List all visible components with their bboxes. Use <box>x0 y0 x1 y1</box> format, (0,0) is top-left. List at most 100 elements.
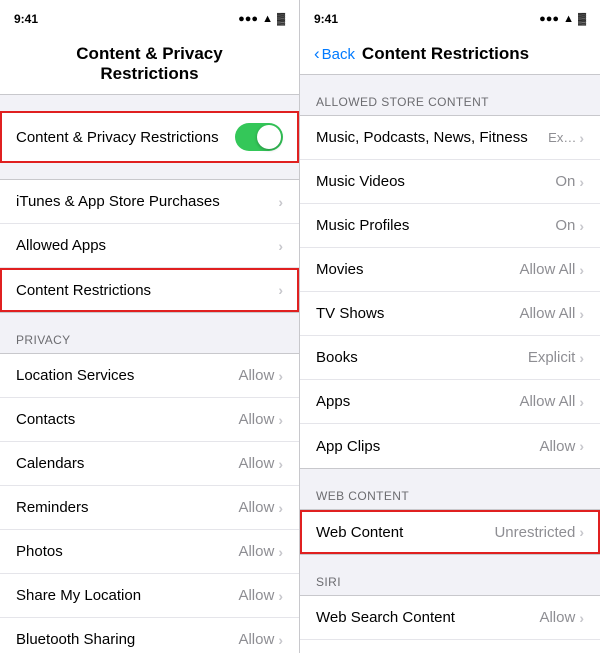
share-location-value: Allow <box>238 587 274 604</box>
toggle-card: Content & Privacy Restrictions <box>0 111 299 163</box>
reminders-chevron: › <box>278 500 283 516</box>
music-chevron: › <box>579 130 584 146</box>
explicit-lang-row[interactable]: Explicit Language Allow › <box>300 640 600 653</box>
reminders-row[interactable]: Reminders Allow › <box>0 486 299 530</box>
books-row[interactable]: Books Explicit › <box>300 336 600 380</box>
location-row[interactable]: Location Services Allow › <box>0 354 299 398</box>
right-panel: 9:41 ●●● ▲ ▓ ‹ Back Content Restrictions… <box>300 0 600 653</box>
music-profiles-row[interactable]: Music Profiles On › <box>300 204 600 248</box>
music-videos-row[interactable]: Music Videos On › <box>300 160 600 204</box>
music-videos-chevron: › <box>579 174 584 190</box>
movies-row[interactable]: Movies Allow All › <box>300 248 600 292</box>
status-bar-left: 9:41 ●●● ▲ ▓ <box>0 0 299 36</box>
nav-bar-left: Content & Privacy Restrictions <box>0 36 299 95</box>
apps-value: Allow All <box>519 393 575 410</box>
music-value: Ex… <box>548 130 576 145</box>
allowed-apps-row[interactable]: Allowed Apps › <box>0 224 299 268</box>
share-location-chevron: › <box>278 588 283 604</box>
photos-label: Photos <box>16 543 238 560</box>
photos-row[interactable]: Photos Allow › <box>0 530 299 574</box>
nav-bar-right: ‹ Back Content Restrictions <box>300 36 600 75</box>
toggle-thumb <box>257 125 281 149</box>
tv-shows-label: TV Shows <box>316 305 519 322</box>
calendars-chevron: › <box>278 456 283 472</box>
signal-icon: ●●● <box>238 13 258 25</box>
apps-label: Apps <box>316 393 519 410</box>
calendars-label: Calendars <box>16 455 238 472</box>
books-label: Books <box>316 349 528 366</box>
tv-shows-row[interactable]: TV Shows Allow All › <box>300 292 600 336</box>
books-value: Explicit <box>528 349 576 366</box>
music-videos-label: Music Videos <box>316 173 555 190</box>
web-search-row[interactable]: Web Search Content Allow › <box>300 596 600 640</box>
web-content-row[interactable]: Web Content Unrestricted › <box>300 510 600 554</box>
siri-heading: SIRI <box>300 575 600 595</box>
contacts-chevron: › <box>278 412 283 428</box>
books-chevron: › <box>579 350 584 366</box>
wifi-icon: ▲ <box>262 13 273 25</box>
content-restrictions-label: Content Restrictions <box>16 282 278 299</box>
music-row[interactable]: Music, Podcasts, News, Fitness Ex… › <box>300 116 600 160</box>
contacts-row[interactable]: Contacts Allow › <box>0 398 299 442</box>
toggle-row[interactable]: Content & Privacy Restrictions <box>0 112 299 162</box>
music-videos-value: On <box>555 173 575 190</box>
status-icons-left: ●●● ▲ ▓ <box>238 13 285 25</box>
music-profiles-label: Music Profiles <box>316 217 555 234</box>
location-label: Location Services <box>16 367 238 384</box>
allowed-apps-label: Allowed Apps <box>16 237 278 254</box>
nav-title-left: Content & Privacy Restrictions <box>64 44 235 84</box>
nav-title-right: Content Restrictions <box>355 44 536 64</box>
music-label: Music, Podcasts, News, Fitness <box>316 129 548 146</box>
share-location-row[interactable]: Share My Location Allow › <box>0 574 299 618</box>
web-content-card: Web Content Unrestricted › <box>300 509 600 555</box>
status-icons-right: ●●● ▲ ▓ <box>539 13 586 25</box>
web-content-value: Unrestricted <box>494 524 575 541</box>
apps-row[interactable]: Apps Allow All › <box>300 380 600 424</box>
web-search-chevron: › <box>579 610 584 626</box>
allowed-store-heading: ALLOWED STORE CONTENT <box>300 95 600 115</box>
allowed-store-card: Music, Podcasts, News, Fitness Ex… › Mus… <box>300 115 600 469</box>
web-search-label: Web Search Content <box>316 609 539 626</box>
battery-icon-r: ▓ <box>578 13 586 25</box>
contacts-label: Contacts <box>16 411 238 428</box>
reminders-label: Reminders <box>16 499 238 516</box>
itunes-chevron: › <box>278 194 283 210</box>
privacy-card: Location Services Allow › Contacts Allow… <box>0 353 299 653</box>
calendars-value: Allow <box>238 455 274 472</box>
privacy-toggle[interactable] <box>235 123 283 151</box>
back-button[interactable]: ‹ Back <box>314 44 355 64</box>
bluetooth-row[interactable]: Bluetooth Sharing Allow › <box>0 618 299 653</box>
movies-value: Allow All <box>519 261 575 278</box>
itunes-label: iTunes & App Store Purchases <box>16 193 278 210</box>
siri-section: SIRI Web Search Content Allow › Explicit… <box>300 575 600 653</box>
app-clips-row[interactable]: App Clips Allow › <box>300 424 600 468</box>
web-search-value: Allow <box>539 609 575 626</box>
left-scroll: Content & Privacy Restrictions iTunes & … <box>0 95 299 653</box>
location-chevron: › <box>278 368 283 384</box>
tv-shows-chevron: › <box>579 306 584 322</box>
time-left: 9:41 <box>14 12 38 26</box>
app-clips-chevron: › <box>579 438 584 454</box>
wifi-icon-r: ▲ <box>563 13 574 25</box>
contacts-value: Allow <box>238 411 274 428</box>
movies-label: Movies <box>316 261 519 278</box>
left-panel: 9:41 ●●● ▲ ▓ Content & Privacy Restricti… <box>0 0 300 653</box>
photos-chevron: › <box>278 544 283 560</box>
web-content-heading: WEB CONTENT <box>300 489 600 509</box>
privacy-section: PRIVACY Location Services Allow › Contac… <box>0 333 299 653</box>
content-restrictions-row[interactable]: Content Restrictions › <box>0 268 299 312</box>
privacy-heading: PRIVACY <box>0 333 299 353</box>
itunes-row[interactable]: iTunes & App Store Purchases › <box>0 180 299 224</box>
main-card: iTunes & App Store Purchases › Allowed A… <box>0 179 299 313</box>
time-right: 9:41 <box>314 12 338 26</box>
tv-shows-value: Allow All <box>519 305 575 322</box>
share-location-label: Share My Location <box>16 587 238 604</box>
right-scroll: ALLOWED STORE CONTENT Music, Podcasts, N… <box>300 75 600 653</box>
app-clips-label: App Clips <box>316 438 539 455</box>
back-chevron-icon: ‹ <box>314 44 320 64</box>
calendars-row[interactable]: Calendars Allow › <box>0 442 299 486</box>
photos-value: Allow <box>238 543 274 560</box>
signal-icon-r: ●●● <box>539 13 559 25</box>
movies-chevron: › <box>579 262 584 278</box>
status-bar-right: 9:41 ●●● ▲ ▓ <box>300 0 600 36</box>
